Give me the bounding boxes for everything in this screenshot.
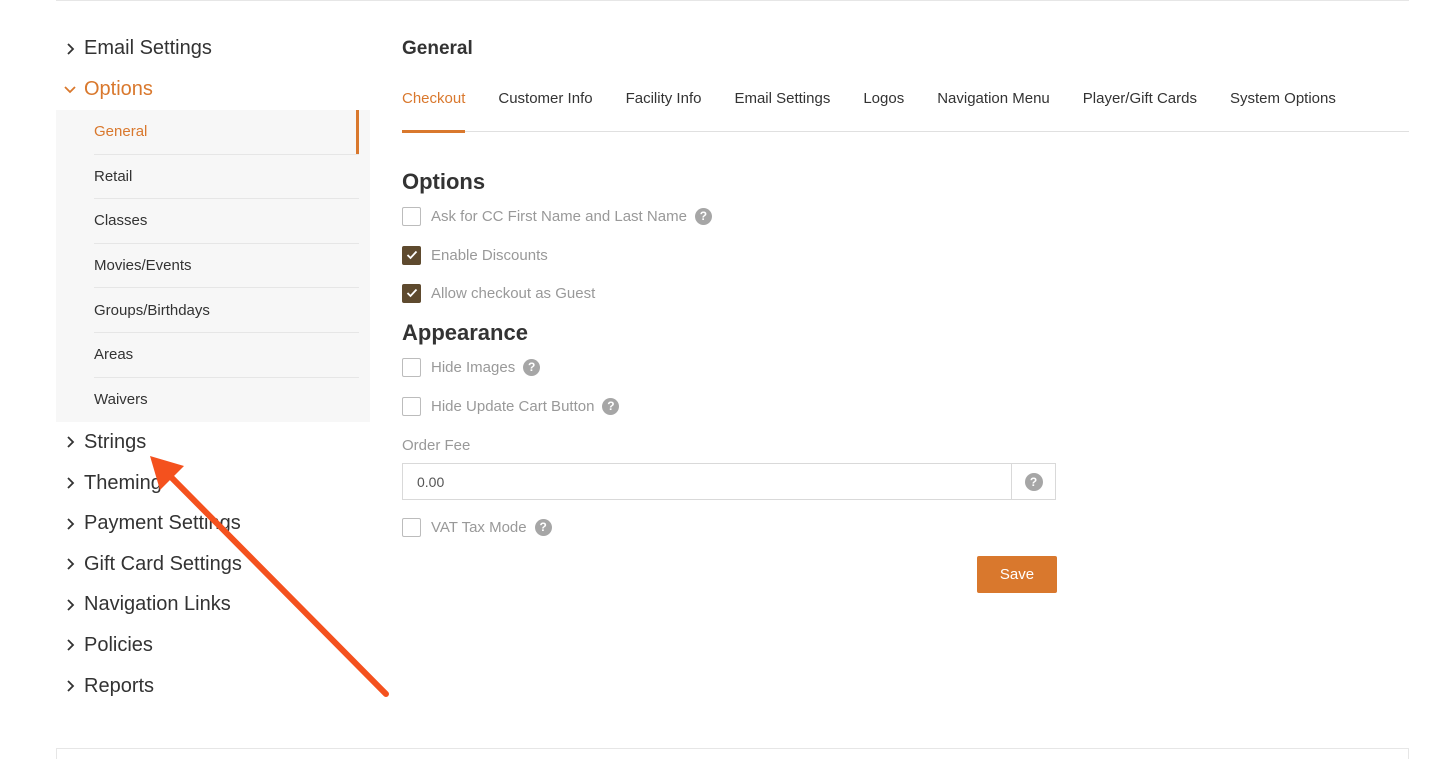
chevron-right-icon: [56, 42, 84, 55]
sidebar-item-theming[interactable]: Theming: [56, 463, 370, 504]
sidebar-item-navigation-links[interactable]: Navigation Links: [56, 585, 370, 626]
sidebar-item-label: Policies: [84, 633, 153, 656]
order-fee-label: Order Fee: [402, 437, 471, 454]
tab-player-gift-cards[interactable]: Player/Gift Cards: [1083, 82, 1197, 132]
sidebar-item-label: Payment Settings: [84, 512, 241, 535]
submenu-item-waivers[interactable]: Waivers: [94, 378, 359, 423]
submenu-item-groups-birthdays[interactable]: Groups/Birthdays: [94, 288, 359, 333]
sidebar-item-label: Strings: [84, 430, 147, 453]
vat-tax-mode-checkbox[interactable]: [402, 517, 421, 537]
tab-checkout[interactable]: Checkout: [402, 82, 466, 133]
sidebar-item-email-settings[interactable]: Email Settings: [56, 28, 370, 69]
chevron-right-icon: [56, 477, 84, 489]
order-fee-help-addon[interactable]: ?: [1011, 463, 1056, 500]
sidebar-item-label: Email Settings: [84, 37, 212, 59]
top-divider: [56, 0, 1409, 1]
tab-navigation-menu[interactable]: Navigation Menu: [937, 82, 1050, 132]
submenu-item-areas[interactable]: Areas: [94, 333, 359, 378]
enable-discounts-label: Enable Discounts: [431, 246, 548, 264]
appearance-heading: Appearance: [402, 320, 528, 345]
sidebar-item-options[interactable]: Options: [56, 69, 370, 110]
hide-update-cart-checkbox[interactable]: [402, 396, 421, 416]
hide-images-label: Hide Images: [431, 358, 516, 376]
vat-tax-mode-label: VAT Tax Mode: [431, 518, 527, 536]
order-fee-group: ?: [402, 463, 1056, 500]
sidebar-item-payment-settings[interactable]: Payment Settings: [56, 503, 370, 544]
settings-sidebar: Email Settings Options General Retail Cl…: [56, 28, 370, 706]
question-circle-icon[interactable]: ?: [523, 358, 541, 376]
ask-cc-name-label: Ask for CC First Name and Last Name: [431, 207, 687, 225]
guest-checkout-label: Allow checkout as Guest: [431, 284, 596, 302]
check-icon: [406, 288, 417, 298]
chevron-down-icon: [56, 85, 84, 94]
sidebar-item-strings[interactable]: Strings: [56, 422, 370, 463]
sidebar-item-label: Navigation Links: [84, 593, 231, 616]
hide-images-checkbox[interactable]: [402, 357, 421, 377]
question-circle-icon[interactable]: ?: [602, 397, 620, 415]
question-circle-icon: ?: [1024, 472, 1043, 491]
submenu-item-retail[interactable]: Retail: [94, 155, 359, 200]
settings-tabs: Checkout Customer Info Facility Info Ema…: [402, 82, 1409, 133]
order-fee-input[interactable]: [402, 463, 1011, 500]
page-title: General: [402, 38, 473, 59]
sidebar-item-reports[interactable]: Reports: [56, 666, 370, 707]
question-circle-icon[interactable]: ?: [694, 207, 712, 225]
chevron-right-icon: [56, 558, 84, 570]
ask-cc-name-option[interactable]: Ask for CC First Name and Last Name ?: [402, 206, 712, 226]
options-heading: Options: [402, 169, 486, 194]
enable-discounts-checkbox[interactable]: [402, 245, 421, 265]
chevron-right-icon: [56, 599, 84, 611]
save-button[interactable]: Save: [977, 556, 1057, 593]
sidebar-item-label: Gift Card Settings: [84, 552, 242, 575]
question-circle-icon[interactable]: ?: [534, 518, 552, 536]
hide-images-option[interactable]: Hide Images ?: [402, 357, 541, 377]
tab-email-settings[interactable]: Email Settings: [734, 82, 830, 132]
guest-checkout-option[interactable]: Allow checkout as Guest: [402, 283, 595, 303]
tab-system-options[interactable]: System Options: [1230, 82, 1336, 132]
sidebar-item-policies[interactable]: Policies: [56, 625, 370, 666]
vat-tax-mode-option[interactable]: VAT Tax Mode ?: [402, 517, 552, 537]
chevron-right-icon: [56, 518, 84, 530]
enable-discounts-option[interactable]: Enable Discounts: [402, 245, 548, 265]
sidebar-item-label: Theming: [84, 471, 162, 494]
ask-cc-name-checkbox[interactable]: [402, 206, 421, 226]
footer-divider: [56, 748, 1409, 759]
sidebar-item-gift-card-settings[interactable]: Gift Card Settings: [56, 544, 370, 585]
chevron-right-icon: [56, 436, 84, 449]
sidebar-item-label: Reports: [84, 674, 155, 697]
sidebar-lower-group: Strings Theming Payment Settings Gift Ca…: [56, 422, 370, 706]
check-icon: [406, 250, 417, 260]
tab-facility-info[interactable]: Facility Info: [626, 82, 702, 132]
tab-customer-info[interactable]: Customer Info: [498, 82, 592, 132]
submenu-item-classes[interactable]: Classes: [94, 199, 359, 244]
hide-update-cart-option[interactable]: Hide Update Cart Button ?: [402, 396, 620, 416]
tab-logos[interactable]: Logos: [863, 82, 904, 132]
chevron-right-icon: [56, 680, 84, 692]
sidebar-item-label: Options: [84, 78, 153, 100]
chevron-right-icon: [56, 639, 84, 652]
hide-update-cart-label: Hide Update Cart Button: [431, 397, 595, 415]
guest-checkout-checkbox[interactable]: [402, 283, 421, 303]
general-settings-panel: General Checkout Customer Info Facility …: [402, 38, 1409, 593]
options-submenu: General Retail Classes Movies/Events Gro…: [56, 110, 370, 423]
submenu-item-movies-events[interactable]: Movies/Events: [94, 244, 359, 289]
submenu-item-general[interactable]: General: [94, 110, 359, 155]
